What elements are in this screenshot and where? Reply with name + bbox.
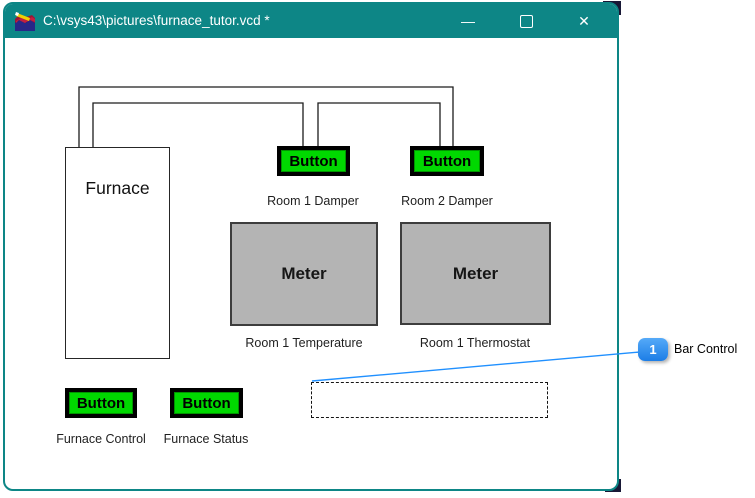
minimize-button[interactable]: —	[445, 4, 491, 38]
bar-control-widget[interactable]	[311, 382, 548, 418]
meter2-label: Meter	[452, 263, 499, 283]
furnace-status-button[interactable]: Button	[170, 388, 243, 418]
furnace-status-button-face: Button	[174, 392, 239, 414]
meter1-label: Meter	[281, 264, 327, 283]
window-title: C:\vsys43\pictures\furnace_tutor.vcd *	[43, 13, 270, 28]
close-button[interactable]: ✕	[561, 4, 607, 38]
furnace-block[interactable]: Furnace	[65, 147, 170, 359]
callout-label: Bar Control	[674, 342, 738, 356]
furnace-label: Furnace	[85, 178, 150, 198]
room1-temperature-caption: Room 1 Temperature	[245, 336, 363, 350]
maximize-icon	[519, 14, 533, 28]
callout-number-badge: 1	[638, 338, 668, 361]
callout-number: 1	[649, 342, 657, 357]
title-bar[interactable]: C:\vsys43\pictures\furnace_tutor.vcd * —…	[5, 4, 617, 38]
room2-damper-button-face: Button	[414, 150, 480, 172]
room1-damper-button-face: Button	[281, 150, 346, 172]
app-icon[interactable]	[14, 10, 36, 32]
room1-thermostat-caption: Room 1 Thermostat	[419, 336, 531, 350]
furnace-status-caption: Furnace Status	[163, 432, 249, 446]
furnace-control-button-face: Button	[69, 392, 133, 414]
minimize-icon: —	[461, 13, 475, 29]
room1-temperature-meter[interactable]: Meter	[230, 222, 378, 326]
room1-thermostat-meter[interactable]: Meter	[400, 222, 551, 325]
room2-damper-button[interactable]: Button	[410, 146, 484, 176]
close-icon: ✕	[578, 12, 590, 29]
room1-damper-button[interactable]: Button	[277, 146, 350, 176]
room2-damper-caption: Room 2 Damper	[401, 194, 493, 208]
furnace-control-button[interactable]: Button	[65, 388, 137, 418]
maximize-button[interactable]	[503, 4, 549, 38]
